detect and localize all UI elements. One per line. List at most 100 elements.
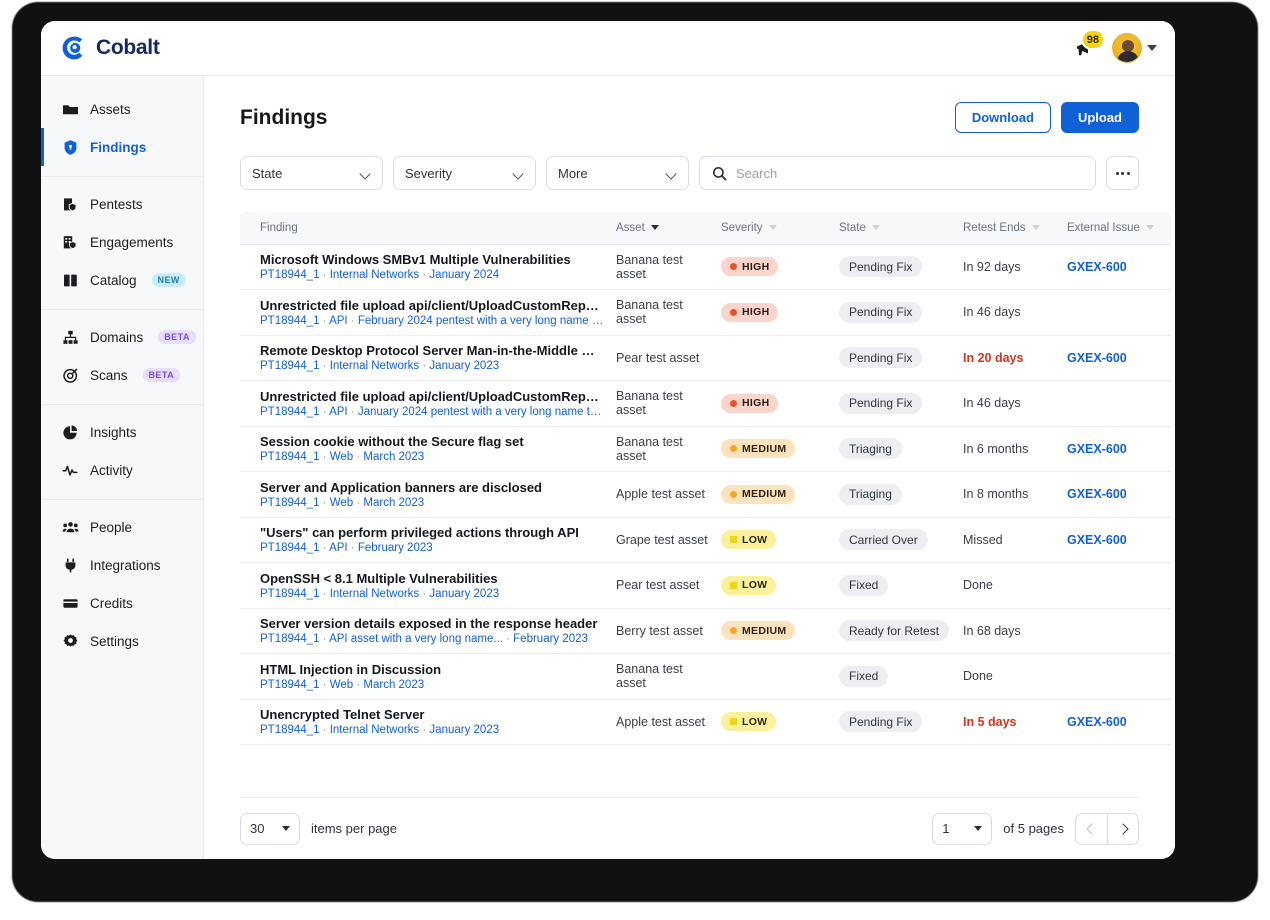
- cell-state: Triaging: [833, 426, 957, 472]
- finding-asset-type: Web: [329, 451, 354, 464]
- download-button[interactable]: Download: [954, 102, 1051, 133]
- sidebar-item-credits[interactable]: Credits: [41, 584, 203, 622]
- top-bar-actions: 98: [1072, 29, 1157, 63]
- table-row[interactable]: Unencrypted Telnet Server PT18944_1 · In…: [240, 699, 1171, 745]
- cell-finding: Unrestricted file upload api/client/Uplo…: [240, 289, 610, 336]
- finding-title[interactable]: HTML Injection in Discussion: [260, 662, 604, 677]
- table-row[interactable]: HTML Injection in Discussion PT18944_1 ·…: [240, 653, 1171, 700]
- column-asset[interactable]: Asset: [610, 212, 715, 245]
- severity-badge: MEDIUM: [721, 621, 796, 641]
- finding-subtitle[interactable]: PT18944_1 · API · January 2024 pentest w…: [260, 406, 604, 418]
- external-issue-link[interactable]: GXEX-600: [1067, 533, 1127, 547]
- finding-asset-type: API: [329, 314, 348, 327]
- column-severity[interactable]: Severity: [715, 212, 833, 245]
- items-per-page-select[interactable]: 30: [240, 812, 300, 845]
- people-icon: [62, 519, 79, 536]
- sidebar-item-settings[interactable]: Settings: [41, 622, 203, 660]
- finding-title[interactable]: Server version details exposed in the re…: [260, 616, 604, 631]
- finding-title[interactable]: Session cookie without the Secure flag s…: [260, 434, 604, 449]
- sidebar-item-assets[interactable]: Assets: [41, 90, 203, 128]
- filter-severity[interactable]: Severity: [393, 156, 536, 190]
- search-input[interactable]: [736, 165, 1083, 181]
- finding-title[interactable]: OpenSSH < 8.1 Multiple Vulnerabilities: [260, 571, 604, 586]
- column-external-issue[interactable]: External Issue: [1061, 212, 1171, 245]
- cell-severity: MEDIUM: [715, 608, 833, 654]
- notifications-button[interactable]: 98: [1072, 29, 1105, 61]
- sidebar-item-scans[interactable]: Scans BETA: [41, 356, 203, 394]
- cell-state: Triaging: [833, 471, 957, 518]
- sidebar-item-findings[interactable]: Findings: [41, 128, 203, 166]
- cell-finding: Microsoft Windows SMBv1 Multiple Vulnera…: [240, 244, 610, 290]
- search-box[interactable]: [699, 156, 1096, 190]
- filter-state[interactable]: State: [240, 156, 383, 190]
- finding-subtitle[interactable]: PT18944_1 · Web · March 2023: [260, 451, 604, 463]
- column-label: Finding: [260, 221, 298, 234]
- column-label: Asset: [616, 221, 645, 234]
- finding-subtitle[interactable]: PT18944_1 · Web · March 2023: [260, 497, 604, 509]
- cell-asset: Berry test asset: [610, 608, 715, 654]
- cell-external-issue: [1061, 289, 1171, 336]
- asset-name: Pear test asset: [616, 350, 700, 365]
- user-menu[interactable]: [1112, 33, 1157, 63]
- finding-title[interactable]: Unencrypted Telnet Server: [260, 707, 604, 722]
- table-row[interactable]: OpenSSH < 8.1 Multiple Vulnerabilities P…: [240, 562, 1171, 609]
- cell-finding: Unrestricted file upload api/client/Uplo…: [240, 380, 610, 427]
- table-row[interactable]: "Users" can perform privileged actions t…: [240, 517, 1171, 563]
- finding-title[interactable]: Remote Desktop Protocol Server Man-in-th…: [260, 343, 604, 358]
- sidebar-item-catalog[interactable]: Catalog NEW: [41, 261, 203, 299]
- finding-subtitle[interactable]: PT18944_1 · API asset with a very long n…: [260, 633, 604, 645]
- finding-title[interactable]: Unrestricted file upload api/client/Uplo…: [260, 298, 604, 313]
- sidebar-item-insights[interactable]: Insights: [41, 413, 203, 451]
- finding-title[interactable]: "Users" can perform privileged actions t…: [260, 525, 604, 540]
- column-state[interactable]: State: [833, 212, 957, 245]
- sidebar-item-people[interactable]: People: [41, 508, 203, 546]
- brand-logo[interactable]: Cobalt: [61, 35, 160, 61]
- finding-subtitle[interactable]: PT18944_1 · Internal Networks · January …: [260, 588, 604, 600]
- page-select[interactable]: 1: [932, 812, 993, 845]
- table-row[interactable]: Microsoft Windows SMBv1 Multiple Vulnera…: [240, 244, 1171, 290]
- next-page-button[interactable]: [1107, 812, 1139, 845]
- finding-subtitle[interactable]: PT18944_1 · Internal Networks · January …: [260, 724, 604, 736]
- shield-icon: [62, 139, 79, 156]
- external-issue-link[interactable]: GXEX-600: [1067, 715, 1127, 729]
- sidebar-item-pentests[interactable]: Pentests: [41, 185, 203, 223]
- upload-button[interactable]: Upload: [1060, 102, 1139, 133]
- finding-subtitle[interactable]: PT18944_1 · API · February 2024 pentest …: [260, 315, 604, 327]
- sidebar-item-label: Domains: [90, 329, 144, 345]
- finding-subtitle[interactable]: PT18944_1 · Web · March 2023: [260, 679, 604, 691]
- asset-name: Banana test asset: [616, 298, 683, 327]
- finding-subtitle[interactable]: PT18944_1 · API · February 2023: [260, 542, 604, 554]
- table-row[interactable]: Unrestricted file upload api/client/Uplo…: [240, 380, 1171, 427]
- finding-title[interactable]: Unrestricted file upload api/client/Uplo…: [260, 389, 604, 404]
- table-row[interactable]: Session cookie without the Secure flag s…: [240, 426, 1171, 472]
- external-issue-link[interactable]: GXEX-600: [1067, 442, 1127, 456]
- cell-asset: Banana test asset: [610, 426, 715, 472]
- finding-title[interactable]: Microsoft Windows SMBv1 Multiple Vulnera…: [260, 252, 604, 267]
- sidebar-item-engagements[interactable]: Engagements: [41, 223, 203, 261]
- filter-more[interactable]: More: [546, 156, 689, 190]
- finding-subtitle[interactable]: PT18944_1 · Internal Networks · January …: [260, 269, 604, 281]
- table-row[interactable]: Server and Application banners are discl…: [240, 471, 1171, 518]
- page-header: Findings Download Upload: [240, 76, 1139, 133]
- table-row[interactable]: Unrestricted file upload api/client/Uplo…: [240, 289, 1171, 336]
- asset-name: Pear test asset: [616, 578, 700, 593]
- finding-subtitle[interactable]: PT18944_1 · Internal Networks · January …: [260, 360, 604, 372]
- sidebar-item-integrations[interactable]: Integrations: [41, 546, 203, 584]
- table-row[interactable]: Server version details exposed in the re…: [240, 608, 1171, 654]
- external-issue-link[interactable]: GXEX-600: [1067, 351, 1127, 365]
- asset-name: Berry test asset: [616, 623, 703, 638]
- prev-page-button[interactable]: [1075, 812, 1107, 845]
- external-issue-link[interactable]: GXEX-600: [1067, 260, 1127, 274]
- external-issue-link[interactable]: GXEX-600: [1067, 487, 1127, 501]
- gear-icon: [62, 633, 79, 650]
- more-options-button[interactable]: [1106, 156, 1139, 190]
- sidebar-item-activity[interactable]: Activity: [41, 451, 203, 489]
- column-retest-ends[interactable]: Retest Ends: [957, 212, 1061, 245]
- sort-arrow-icon: [1145, 225, 1154, 231]
- table-row[interactable]: Remote Desktop Protocol Server Man-in-th…: [240, 335, 1171, 381]
- sort-arrow-icon: [768, 225, 777, 231]
- page-title: Findings: [240, 105, 328, 129]
- finding-title[interactable]: Server and Application banners are discl…: [260, 480, 604, 495]
- sidebar-item-domains[interactable]: Domains BETA: [41, 318, 203, 356]
- sidebar: Assets Findings Pentests Engagements Cat…: [41, 75, 204, 859]
